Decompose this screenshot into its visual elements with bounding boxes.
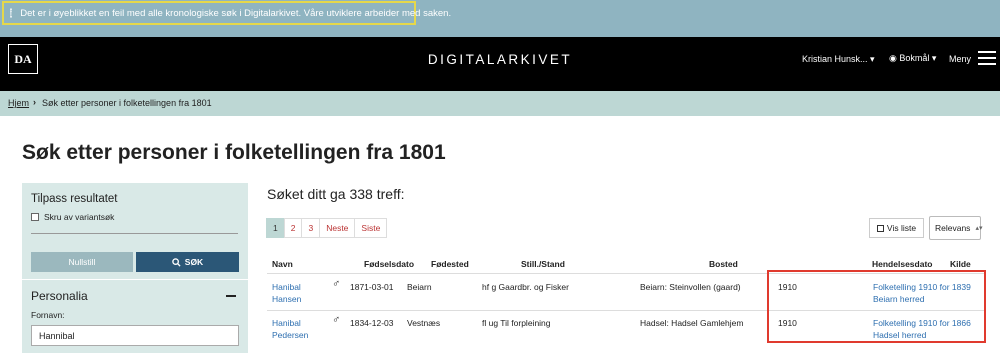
male-icon: ♂ bbox=[332, 278, 341, 290]
page-1[interactable]: 1 bbox=[266, 218, 285, 238]
page-3[interactable]: 3 bbox=[301, 218, 321, 238]
last-name[interactable]: Pedersen bbox=[272, 329, 308, 341]
variant-checkbox[interactable]: Skru av variantsøk bbox=[31, 212, 114, 222]
sort-select[interactable]: Relevans ▴▾ bbox=[929, 216, 983, 240]
checkbox-box[interactable] bbox=[31, 213, 39, 221]
highlight-box bbox=[767, 270, 986, 343]
alert-message: i Det er i øyeblikket en feil med alle k… bbox=[2, 1, 451, 25]
language-selector[interactable]: ◉ Bokmål ▾ bbox=[889, 53, 936, 64]
sort-label: Relevans bbox=[935, 223, 971, 233]
result-count: Søket ditt ga 338 treff: bbox=[267, 186, 405, 202]
chevron-down-icon: ▴▾ bbox=[975, 225, 983, 232]
birthdate: 1834-12-03 bbox=[350, 318, 394, 328]
divider bbox=[22, 279, 248, 280]
page-2[interactable]: 2 bbox=[283, 218, 303, 238]
sidebar-title: Tilpass resultatet bbox=[31, 193, 118, 205]
col-header-eventdate[interactable]: Hendelsesdato bbox=[872, 259, 932, 269]
firstname-label: Fornavn: bbox=[31, 310, 65, 320]
globe-icon: ◉ bbox=[889, 53, 900, 63]
page-title: Søk etter personer i folketellingen fra … bbox=[22, 141, 446, 164]
breadcrumb-separator: › bbox=[33, 97, 36, 107]
col-header-residence[interactable]: Bosted bbox=[709, 259, 738, 269]
alert-text: Det er i øyeblikket en feil med alle kro… bbox=[20, 7, 452, 19]
position: fl ug Til forpleining bbox=[482, 318, 551, 328]
page-next[interactable]: Neste bbox=[319, 218, 356, 238]
birthplace: Vestnæs bbox=[407, 318, 441, 328]
language-label: Bokmål ▾ bbox=[899, 53, 937, 63]
firstname-input[interactable]: Hannibal bbox=[31, 325, 239, 346]
hamburger-icon[interactable] bbox=[978, 51, 996, 65]
reset-button[interactable]: Nullstill bbox=[31, 252, 133, 272]
person-name-link[interactable]: Hanibal Pedersen bbox=[272, 317, 308, 341]
variant-checkbox-label: Skru av variantsøk bbox=[44, 212, 115, 222]
divider bbox=[31, 233, 238, 234]
birthplace: Beiarn bbox=[407, 282, 432, 292]
section-personalia[interactable]: Personalia bbox=[31, 289, 88, 303]
position: hf g Gaardbr. og Fisker bbox=[482, 282, 569, 292]
breadcrumb: Hjem › Søk etter personer i folketelling… bbox=[0, 91, 1000, 116]
birthdate: 1871-03-01 bbox=[350, 282, 394, 292]
first-name[interactable]: Hanibal bbox=[272, 317, 308, 329]
col-header-position[interactable]: Still./Stand bbox=[521, 259, 565, 269]
top-navbar: DA DIGITALARKIVET Kristian Hunsk... ▾ ◉ … bbox=[0, 37, 1000, 91]
first-name[interactable]: Hanibal bbox=[272, 281, 301, 293]
residence: Beiarn: Steinvollen (gaard) bbox=[640, 282, 741, 292]
search-button[interactable]: SØK bbox=[136, 252, 239, 272]
residence: Hadsel: Hadsel Gamlehjem bbox=[640, 318, 744, 328]
male-icon: ♂ bbox=[332, 314, 341, 326]
person-name-link[interactable]: Hanibal Hansen bbox=[272, 281, 301, 305]
info-icon: i bbox=[10, 8, 13, 18]
col-header-source[interactable]: Kilde bbox=[950, 259, 971, 269]
view-list-button[interactable]: Vis liste bbox=[869, 218, 924, 238]
view-list-label: Vis liste bbox=[886, 223, 917, 233]
col-header-name[interactable]: Navn bbox=[272, 259, 293, 269]
menu-label[interactable]: Meny bbox=[949, 54, 971, 64]
pagination: 1 2 3 Neste Siste bbox=[266, 218, 388, 238]
user-menu[interactable]: Kristian Hunsk... ▾ bbox=[802, 54, 875, 65]
page-last[interactable]: Siste bbox=[354, 218, 388, 238]
breadcrumb-home-link[interactable]: Hjem bbox=[8, 98, 29, 108]
list-icon bbox=[876, 224, 884, 232]
search-icon bbox=[172, 257, 181, 267]
last-name[interactable]: Hansen bbox=[272, 293, 301, 305]
filter-sidebar: Tilpass resultatet Skru av variantsøk Nu… bbox=[22, 183, 248, 353]
col-header-birthdate[interactable]: Fødselsdato bbox=[364, 259, 414, 269]
collapse-icon[interactable] bbox=[226, 295, 236, 297]
col-header-birthplace[interactable]: Fødested bbox=[431, 259, 469, 269]
search-button-label: SØK bbox=[184, 257, 204, 267]
breadcrumb-current: Søk etter personer i folketellingen fra … bbox=[42, 98, 212, 108]
alert-bar: i Det er i øyeblikket en feil med alle k… bbox=[0, 0, 1000, 37]
